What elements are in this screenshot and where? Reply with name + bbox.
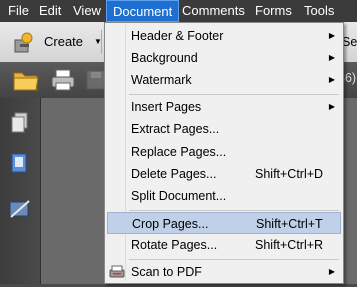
menu-forms[interactable]: Forms	[249, 0, 298, 22]
save-icon[interactable]	[86, 70, 106, 93]
print-icon[interactable]	[50, 68, 76, 95]
menu-item-shortcut: Shift+Ctrl+T	[256, 217, 323, 231]
menu-item-label: Rotate Pages...	[131, 238, 218, 252]
submenu-arrow-icon: ▶	[328, 75, 335, 84]
document-menu: Header & Footer ▶ Background ▶ Watermark…	[104, 22, 344, 284]
menu-comments[interactable]: Comments	[176, 0, 251, 22]
menu-item-label: Replace Pages...	[131, 145, 227, 159]
menu-item-crop-pages[interactable]: Crop Pages... Shift+Ctrl+T	[107, 212, 341, 234]
menu-item-header-footer[interactable]: Header & Footer ▶	[107, 25, 341, 47]
menu-item-label: Extract Pages...	[131, 122, 220, 136]
menu-item-insert-pages[interactable]: Insert Pages ▶	[107, 96, 341, 118]
menu-separator	[129, 94, 339, 95]
menu-document[interactable]: Document	[106, 0, 180, 22]
create-icon	[12, 31, 36, 63]
menu-file[interactable]: File	[2, 0, 35, 22]
menu-item-scan-to-pdf[interactable]: Scan to PDF ▶	[107, 261, 341, 283]
menu-item-label: Watermark	[131, 73, 192, 87]
create-label: Create	[44, 34, 84, 49]
menu-tools[interactable]: Tools	[298, 0, 340, 22]
signatures-icon[interactable]	[8, 198, 32, 223]
menu-item-label: Scan to PDF	[131, 265, 202, 279]
menu-item-label: Insert Pages	[131, 100, 202, 114]
menu-item-extract-pages[interactable]: Extract Pages...	[107, 118, 341, 140]
menu-item-rotate-pages[interactable]: Rotate Pages... Shift+Ctrl+R	[107, 234, 341, 256]
submenu-arrow-icon: ▶	[328, 267, 335, 276]
menu-item-label: Split Document...	[131, 189, 227, 203]
menu-item-label: Header & Footer	[131, 29, 224, 43]
submenu-arrow-icon: ▶	[328, 53, 335, 62]
menu-item-split-document[interactable]: Split Document...	[107, 185, 341, 207]
menu-item-shortcut: Shift+Ctrl+D	[255, 167, 324, 181]
menu-bar: File Edit View Document Comments Forms T…	[0, 0, 357, 23]
pages-icon[interactable]	[10, 112, 30, 137]
menu-edit[interactable]: Edit	[33, 0, 67, 22]
menu-item-shortcut: Shift+Ctrl+R	[255, 238, 324, 252]
menu-item-label: Delete Pages...	[131, 167, 217, 181]
menu-separator	[129, 210, 339, 211]
menu-item-background[interactable]: Background ▶	[107, 47, 341, 69]
toolbar-divider	[101, 30, 102, 54]
menu-separator	[129, 259, 339, 260]
menu-view[interactable]: View	[67, 0, 107, 22]
submenu-arrow-icon: ▶	[328, 102, 335, 111]
toolbar-partial-label[interactable]: Se	[342, 35, 357, 49]
menu-item-watermark[interactable]: Watermark ▶	[107, 69, 341, 91]
menu-item-delete-pages[interactable]: Delete Pages... Shift+Ctrl+D	[107, 163, 341, 185]
menu-item-replace-pages[interactable]: Replace Pages...	[107, 141, 341, 163]
menu-item-label: Background	[131, 51, 198, 65]
menu-item-label: Crop Pages...	[132, 217, 209, 231]
submenu-arrow-icon: ▶	[328, 31, 335, 40]
attachments-icon[interactable]	[10, 152, 30, 177]
open-folder-icon[interactable]	[12, 68, 40, 95]
